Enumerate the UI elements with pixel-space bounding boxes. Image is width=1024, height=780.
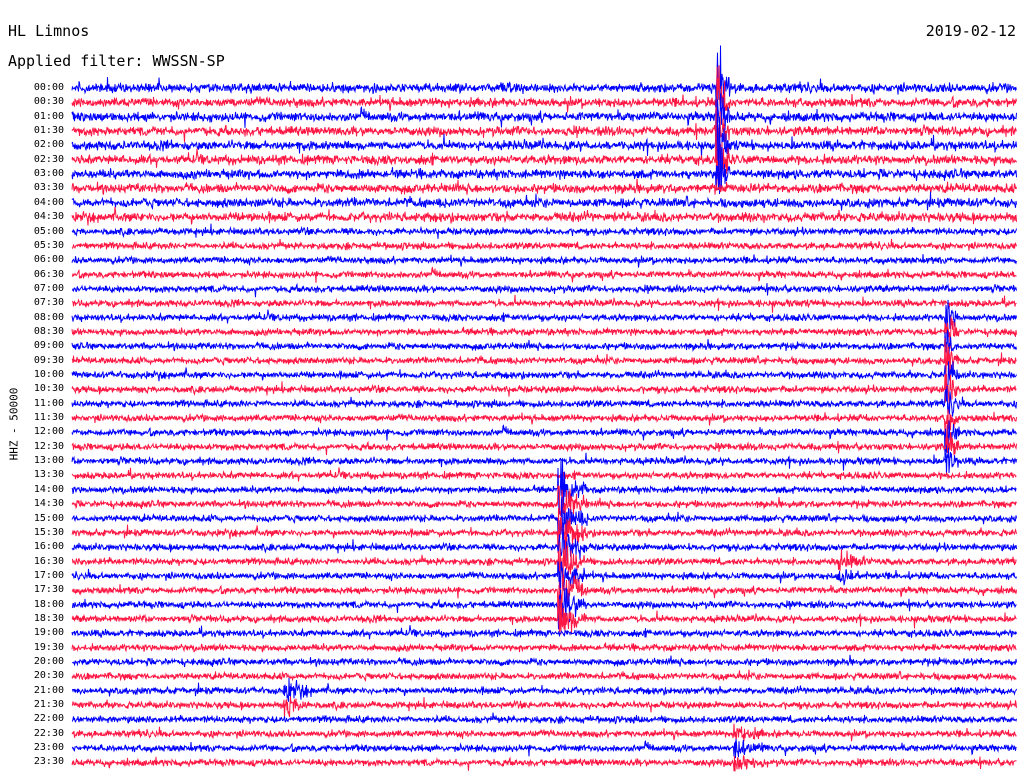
trace-line [71,45,1017,101]
trace-line [71,142,1017,195]
trace-line [71,96,1017,190]
trace-line [71,723,1017,742]
trace-line [71,642,1017,653]
trace-line [71,191,1017,211]
trace-line [71,93,1017,131]
trace-line [71,254,1017,268]
trace-line [71,447,1017,476]
trace-line [71,738,1017,759]
trace-line [71,238,1017,252]
trace-line [71,294,1017,313]
trace-line [71,206,1017,226]
trace-line [71,329,1017,357]
trace-line [72,282,1017,298]
seismogram-plot [71,45,1017,772]
trace-line [71,467,1017,482]
trace-line [71,574,1017,614]
trace-line [71,178,1017,196]
trace-line [71,420,1017,458]
trace-line [71,523,1017,561]
trace-line [71,669,1017,682]
trace-line [71,712,1017,725]
trace-line [71,587,1017,630]
trace-line [71,755,1017,772]
trace-line [71,337,1017,376]
trace-line [71,625,1017,640]
trace-line [71,594,1017,635]
trace-line [71,107,1017,191]
trace-line [71,677,1017,702]
trace-line [71,316,1017,349]
trace-line [71,696,1017,719]
trace-line [71,299,1017,346]
trace-line [71,223,1017,239]
trace-line [71,654,1017,668]
trace-line [71,266,1017,283]
